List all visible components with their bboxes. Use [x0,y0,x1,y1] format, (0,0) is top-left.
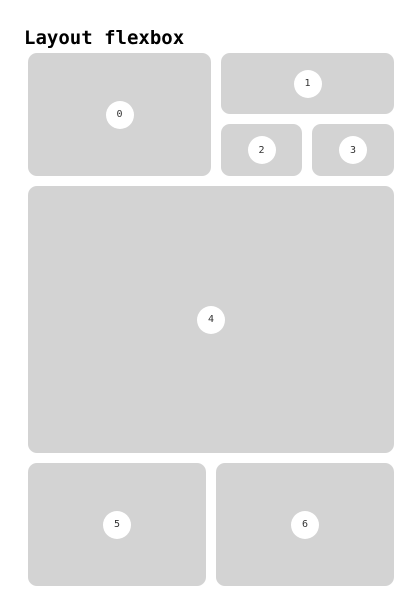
box-number-badge: 4 [197,305,225,334]
page-title: Layout flexbox [24,27,185,49]
flex-box-3: 3 [312,124,394,176]
flex-box-2: 2 [221,124,302,176]
box-number-badge: 0 [105,100,134,129]
box-number-badge: 6 [291,510,319,539]
flex-box-0: 0 [28,53,211,176]
box-number-badge: 2 [247,136,276,164]
box-number-badge: 3 [339,136,367,164]
flex-box-5: 5 [28,463,206,586]
box-number-badge: 1 [293,69,322,98]
flex-box-1: 1 [221,53,394,114]
box-number-badge: 5 [103,510,131,539]
flex-box-4: 4 [28,186,394,453]
flex-box-6: 6 [216,463,394,586]
